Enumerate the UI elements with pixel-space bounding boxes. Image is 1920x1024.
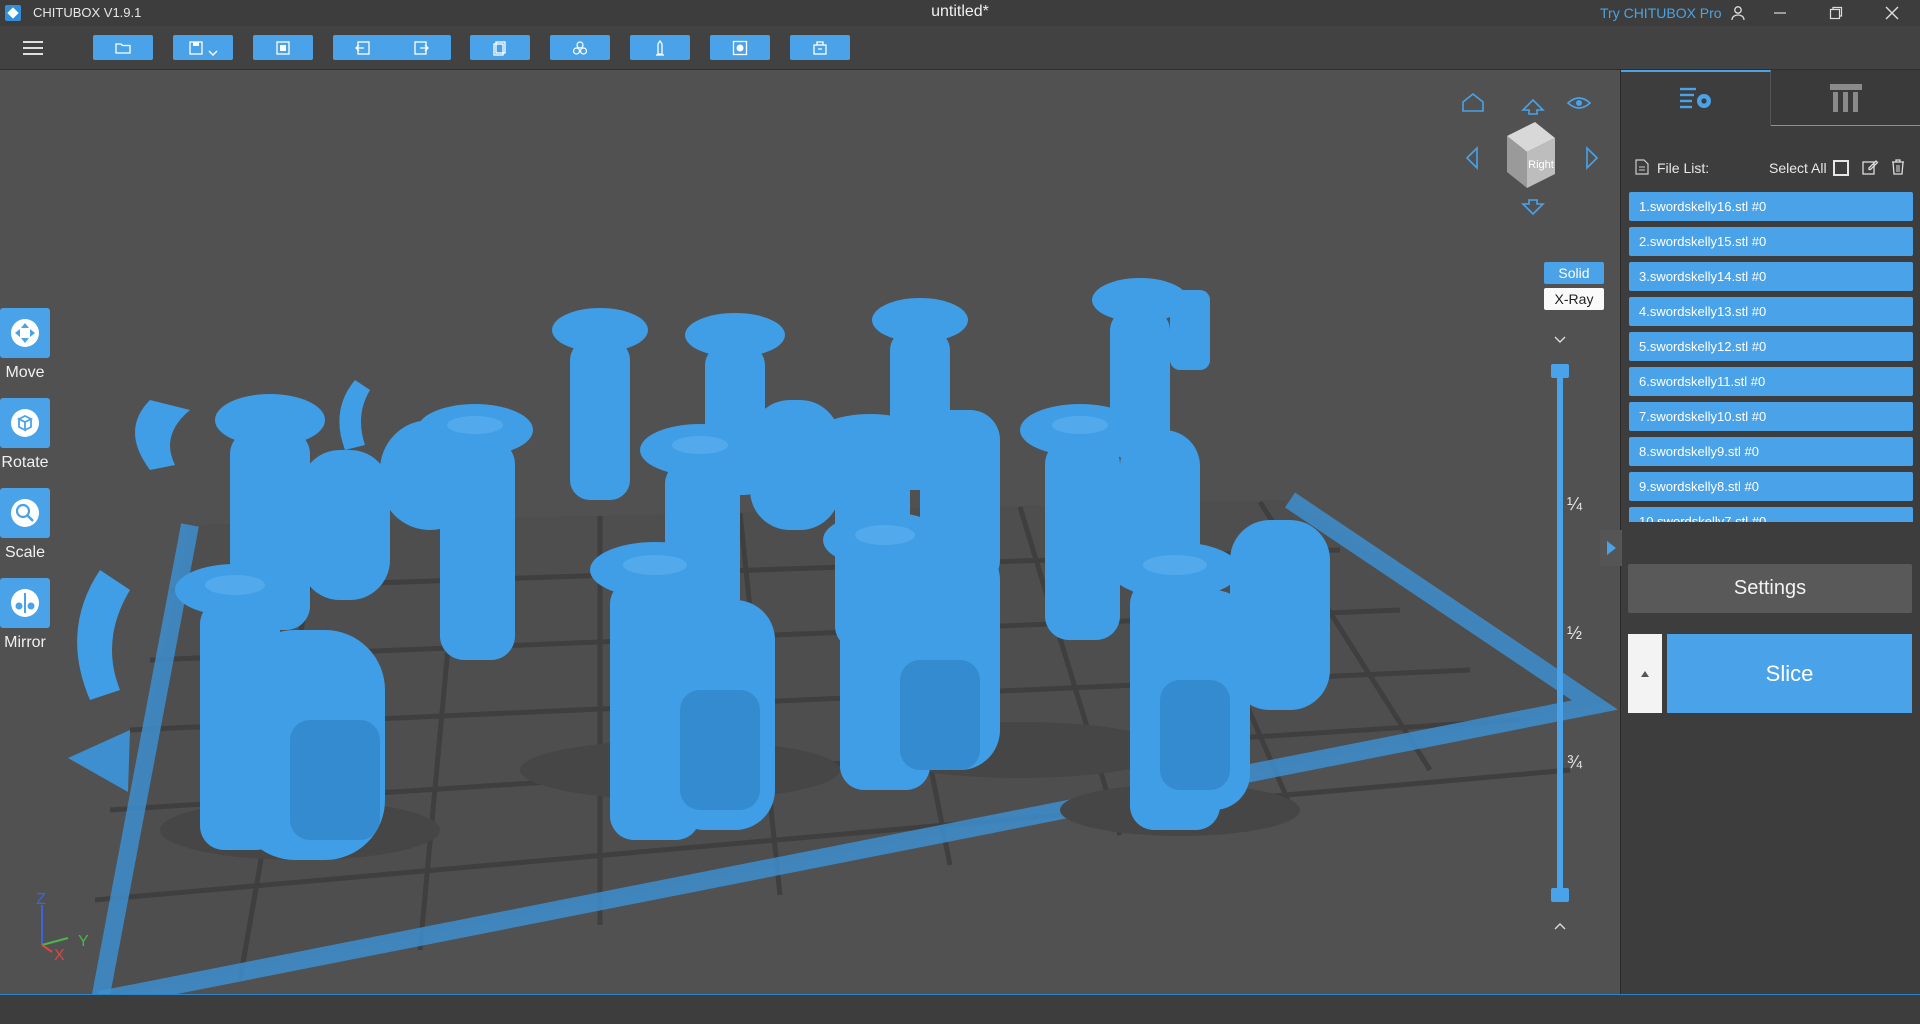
file-list-item[interactable]: 6.swordskelly11.stl #0 — [1629, 367, 1913, 396]
chevron-down-icon — [208, 50, 218, 56]
box-button[interactable] — [790, 35, 850, 60]
supports-icon — [1830, 83, 1862, 112]
triangle-up-icon — [1641, 670, 1649, 677]
select-all-checkbox[interactable] — [1833, 160, 1849, 176]
mirror-label: Mirror — [4, 634, 46, 651]
view-down-arrow-icon[interactable] — [1521, 199, 1545, 216]
select-all-label: Select All — [1769, 160, 1827, 176]
hamburger-menu-icon[interactable] — [20, 36, 48, 60]
screenshot-button[interactable] — [253, 35, 313, 60]
settings-button[interactable]: Settings — [1628, 564, 1912, 613]
view-cube[interactable] — [1507, 122, 1555, 188]
copy-icon — [493, 40, 506, 56]
triangle-right-icon — [1607, 541, 1616, 555]
view-cube-face-label: Right — [1528, 159, 1554, 171]
view-right-arrow-icon[interactable] — [1586, 146, 1599, 170]
layer-slider-bottom-handle[interactable] — [1551, 888, 1569, 902]
copy-button[interactable] — [470, 35, 530, 60]
trash-icon[interactable] — [1889, 158, 1907, 176]
app-logo-icon — [5, 5, 21, 21]
undo-button[interactable] — [333, 35, 393, 60]
redo-button[interactable] — [391, 35, 451, 60]
view-navigation[interactable]: Right — [1455, 80, 1615, 220]
support-button[interactable] — [630, 35, 690, 60]
arrange-icon — [572, 40, 588, 55]
file-list-item[interactable]: 1.swordskelly16.stl #0 — [1629, 192, 1913, 221]
slice-button[interactable]: Slice — [1667, 634, 1912, 713]
axis-indicator: Z Y X — [36, 891, 89, 960]
file-list-item[interactable]: 7.swordskelly10.stl #0 — [1629, 402, 1913, 431]
try-pro-link[interactable]: Try CHITUBOX Pro — [1600, 5, 1722, 21]
view-up-arrow-icon[interactable] — [1521, 98, 1545, 115]
build-plate-scene — [68, 278, 1619, 994]
support-icon — [656, 39, 664, 56]
home-view-icon[interactable] — [1462, 92, 1484, 112]
xray-view-button[interactable]: X-Ray — [1544, 288, 1604, 310]
axis-z-label: Z — [36, 891, 46, 908]
save-icon — [189, 40, 203, 55]
tab-supports[interactable] — [1771, 70, 1920, 126]
slice-options-button[interactable] — [1628, 634, 1662, 713]
hollow-button[interactable] — [710, 35, 770, 60]
hollow-icon — [732, 40, 748, 55]
slider-mark-half: ½ — [1567, 623, 1583, 643]
close-button[interactable] — [1872, 0, 1912, 26]
file-list-item[interactable]: 2.swordskelly15.stl #0 — [1629, 227, 1913, 256]
file-list: 1.swordskelly16.stl #0 2.swordskelly15.s… — [1629, 192, 1913, 522]
rotate-tool[interactable]: Rotate — [0, 398, 50, 478]
layer-slider-top-handle[interactable] — [1551, 364, 1569, 378]
scale-icon — [0, 488, 50, 538]
scale-tool[interactable]: Scale — [0, 488, 50, 568]
file-list-item[interactable]: 8.swordskelly9.stl #0 — [1629, 437, 1913, 466]
solid-view-button[interactable]: Solid — [1544, 262, 1604, 284]
slider-mark-quarter: ¼ — [1567, 494, 1583, 514]
arrange-button[interactable] — [550, 35, 610, 60]
scale-label: Scale — [4, 544, 46, 561]
mirror-tool[interactable]: Mirror — [0, 578, 50, 658]
file-list-item[interactable]: 3.swordskelly14.stl #0 — [1629, 262, 1913, 291]
tab-model-settings[interactable] — [1621, 70, 1771, 126]
file-list-title: File List: — [1657, 160, 1710, 176]
document-icon — [1635, 159, 1649, 175]
main-toolbar — [0, 26, 1920, 70]
redo-icon — [414, 40, 429, 55]
box-icon — [813, 40, 827, 55]
file-list-item[interactable]: 10.swordskelly7.stl #0 — [1629, 507, 1913, 522]
rotate-icon — [0, 398, 50, 448]
app-name: CHITUBOX V1.9.1 — [33, 5, 142, 20]
restore-button[interactable] — [1816, 0, 1856, 26]
file-list-item[interactable]: 5.swordskelly12.stl #0 — [1629, 332, 1913, 361]
file-list-header: File List: Select All — [1635, 156, 1915, 180]
right-panel: File List: Select All 1.swordskelly16.st… — [1620, 70, 1920, 994]
slider-mark-three-quarter: ¾ — [1567, 752, 1583, 772]
list-gear-icon — [1679, 87, 1711, 109]
axis-y-label: Y — [78, 933, 89, 950]
axis-x-label: X — [54, 947, 65, 960]
move-tool[interactable]: Move — [0, 308, 50, 388]
mirror-icon — [0, 578, 50, 628]
layer-slider-track[interactable] — [1557, 368, 1563, 898]
save-button[interactable] — [173, 35, 233, 60]
account-icon[interactable] — [1718, 0, 1758, 26]
rotate-label: Rotate — [1, 454, 49, 471]
app-window: CHITUBOX V1.9.1 untitled* Try CHITUBOX P… — [0, 0, 1920, 1024]
eye-icon[interactable] — [1566, 97, 1592, 109]
open-file-button[interactable] — [93, 35, 153, 60]
collapse-panel-button[interactable] — [1600, 530, 1622, 566]
minimize-button[interactable] — [1760, 0, 1800, 26]
file-list-item[interactable]: 4.swordskelly13.stl #0 — [1629, 297, 1913, 326]
status-bar — [0, 994, 1920, 1024]
file-list-item[interactable]: 9.swordskelly8.stl #0 — [1629, 472, 1913, 501]
move-label: Move — [5, 364, 45, 381]
folder-icon — [115, 42, 131, 54]
move-icon — [0, 308, 50, 358]
undo-icon — [355, 40, 370, 55]
screenshot-icon — [276, 40, 290, 55]
chevron-down-icon[interactable] — [1553, 332, 1567, 350]
3d-viewport[interactable]: Right Solid X-Ray ¼ ½ ¾ Move Rotate Scal… — [0, 70, 1620, 994]
title-bar: CHITUBOX V1.9.1 untitled* Try CHITUBOX P… — [0, 0, 1920, 26]
chevron-up-icon[interactable] — [1553, 918, 1567, 936]
view-left-arrow-icon[interactable] — [1465, 146, 1478, 170]
edit-icon[interactable] — [1861, 158, 1879, 176]
